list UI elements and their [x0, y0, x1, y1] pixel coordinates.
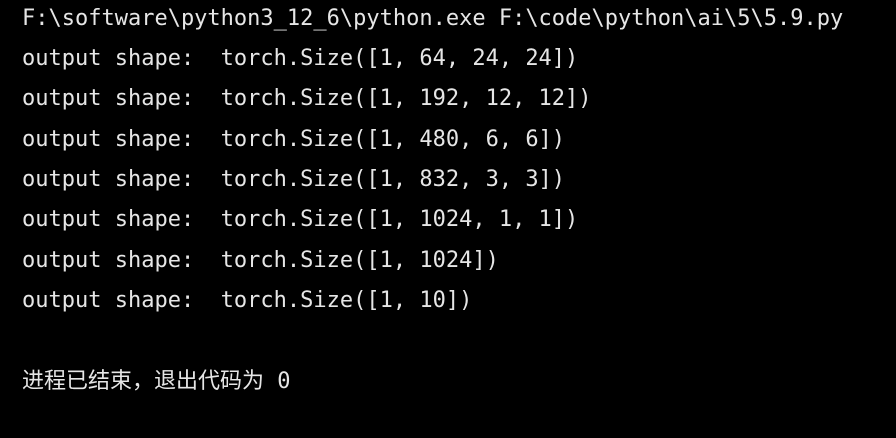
process-exit-line: 进程已结束，退出代码为 0	[22, 369, 291, 395]
command-line: F:\software\python3_12_6\python.exe F:\c…	[22, 6, 844, 31]
exit-code: 0	[277, 369, 291, 394]
output-line-4: output shape: torch.Size([1, 832, 3, 3])	[22, 167, 566, 192]
output-line-3: output shape: torch.Size([1, 480, 6, 6])	[22, 127, 566, 152]
output-line-7: output shape: torch.Size([1, 10])	[22, 288, 473, 313]
exit-message: 进程已结束，退出代码为	[22, 369, 265, 394]
output-line-5: output shape: torch.Size([1, 1024, 1, 1]…	[22, 207, 579, 232]
output-line-2: output shape: torch.Size([1, 192, 12, 12…	[22, 86, 592, 111]
output-line-1: output shape: torch.Size([1, 64, 24, 24]…	[22, 46, 579, 71]
terminal-output[interactable]: F:\software\python3_12_6\python.exe F:\c…	[0, 0, 896, 438]
output-line-6: output shape: torch.Size([1, 1024])	[22, 248, 499, 273]
